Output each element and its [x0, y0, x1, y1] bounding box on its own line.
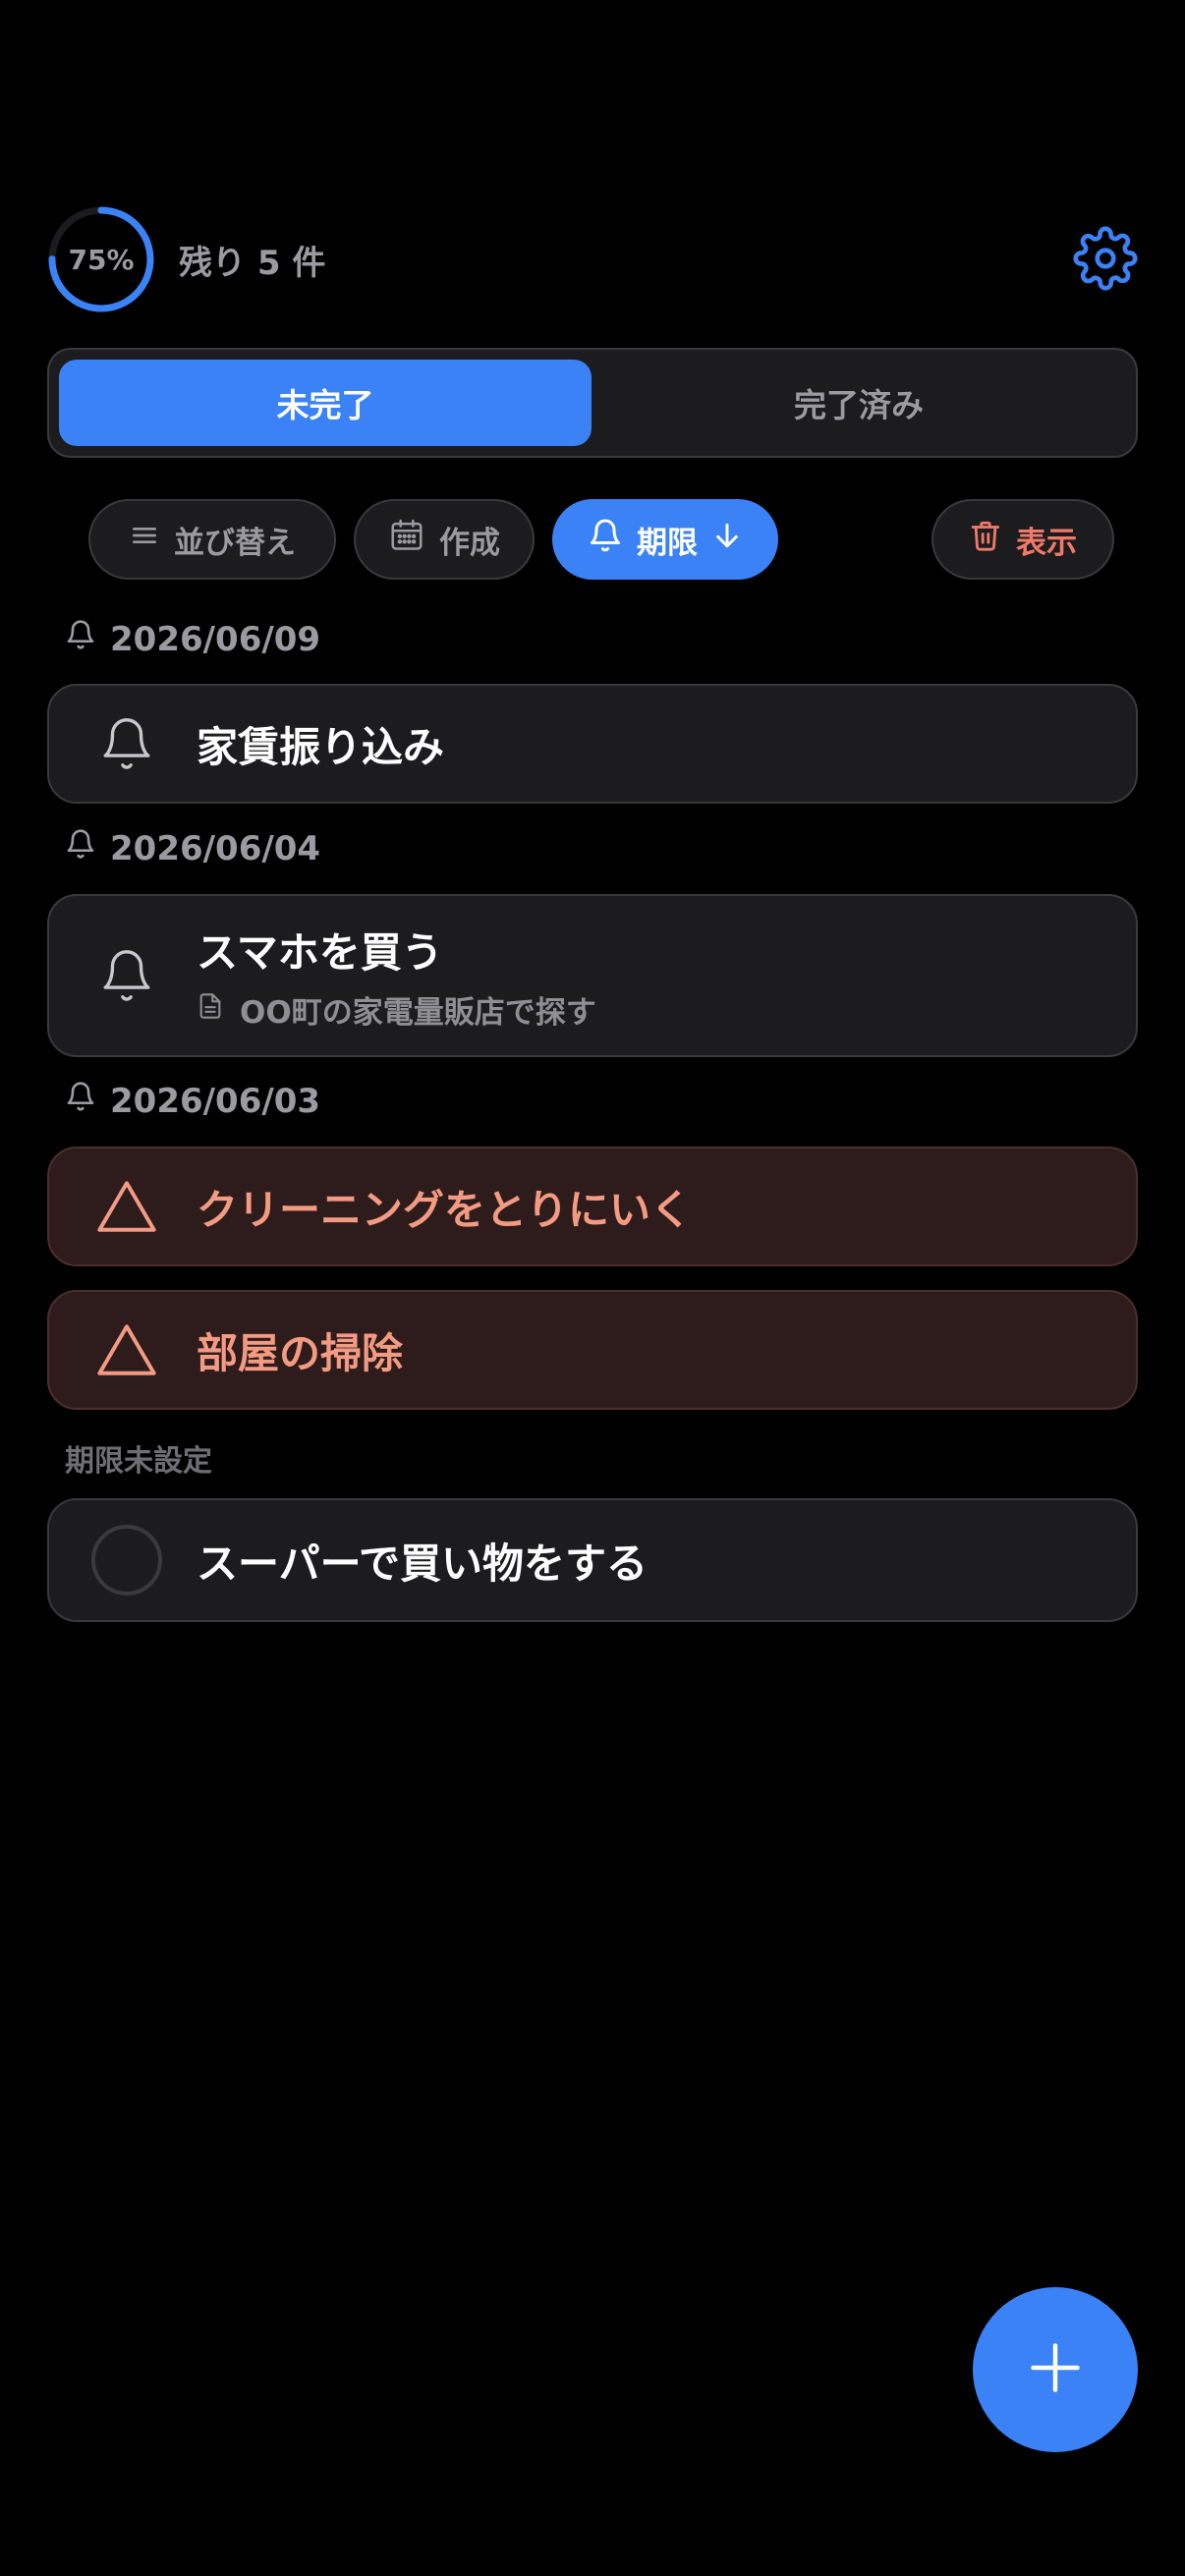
bell-icon	[588, 518, 623, 561]
section-date: 2026/06/04	[110, 828, 321, 868]
plus-icon	[1026, 2338, 1085, 2401]
task-note-text: OO町の家電量販店で探す	[240, 995, 596, 1031]
created-chip[interactable]: 作成	[354, 499, 535, 580]
remaining-count: 残り 5 件	[179, 243, 326, 283]
status-segmented-control: 未完了 完了済み	[47, 348, 1138, 458]
task-title: スマホを買う	[197, 928, 443, 977]
task-card-overdue[interactable]: クリーニングをとりにいく	[47, 1147, 1138, 1266]
trash-icon	[969, 518, 1002, 561]
todo-screen: 75% 残り 5 件 未完了 完了済み 並び替え 作成 期限 表示 2026/0…	[0, 0, 1185, 2576]
section-date-label: 2026/06/09	[65, 619, 320, 659]
warning-triangle-icon[interactable]	[49, 1178, 197, 1235]
progress-ring: 75%	[47, 205, 155, 313]
section-date-label: 2026/06/03	[65, 1081, 320, 1121]
bell-icon	[65, 828, 96, 868]
show-deleted-chip[interactable]: 表示	[931, 499, 1114, 580]
task-card[interactable]: スーパーで買い物をする	[47, 1498, 1138, 1622]
gear-icon[interactable]	[1073, 226, 1138, 291]
bell-icon[interactable]	[49, 945, 197, 1006]
section-no-due-label: 期限未設定	[65, 1444, 212, 1479]
arrow-down-icon	[711, 520, 743, 559]
task-title: 部屋の掃除	[197, 1328, 404, 1377]
progress-percent: 75%	[68, 243, 135, 276]
task-title: スーパーで買い物をする	[197, 1539, 649, 1588]
sort-chip-label: 並び替え	[174, 525, 296, 561]
task-card-overdue[interactable]: 部屋の掃除	[47, 1290, 1138, 1410]
bell-icon	[65, 619, 96, 659]
task-title: クリーニングをとりにいく	[197, 1185, 693, 1234]
calendar-icon	[388, 517, 425, 562]
task-title: 家賃振り込み	[197, 722, 445, 771]
header: 75% 残り 5 件	[47, 204, 1138, 314]
task-card[interactable]: 家賃振り込み	[47, 684, 1138, 804]
task-note: OO町の家電量販店で探す	[197, 987, 596, 1032]
due-chip[interactable]: 期限	[552, 499, 778, 580]
tab-completed[interactable]: 完了済み	[592, 360, 1126, 446]
bell-icon	[65, 1081, 96, 1121]
sort-chip[interactable]: 並び替え	[88, 499, 336, 580]
checkbox-wrapper	[49, 1525, 197, 1596]
section-date-label: 2026/06/04	[65, 828, 320, 868]
section-date: 2026/06/09	[110, 619, 321, 659]
complete-checkbox[interactable]	[91, 1525, 162, 1596]
show-deleted-chip-label: 表示	[1016, 525, 1077, 561]
add-task-button[interactable]	[973, 2287, 1138, 2452]
section-date: 2026/06/03	[110, 1081, 321, 1121]
created-chip-label: 作成	[439, 525, 500, 561]
bell-icon[interactable]	[49, 713, 197, 774]
task-card[interactable]: スマホを買う OO町の家電量販店で探す	[47, 894, 1138, 1057]
document-icon	[197, 989, 224, 1031]
menu-lines-icon	[129, 520, 160, 559]
tab-incomplete[interactable]: 未完了	[59, 360, 592, 446]
warning-triangle-icon[interactable]	[49, 1321, 197, 1378]
due-chip-label: 期限	[637, 525, 698, 561]
